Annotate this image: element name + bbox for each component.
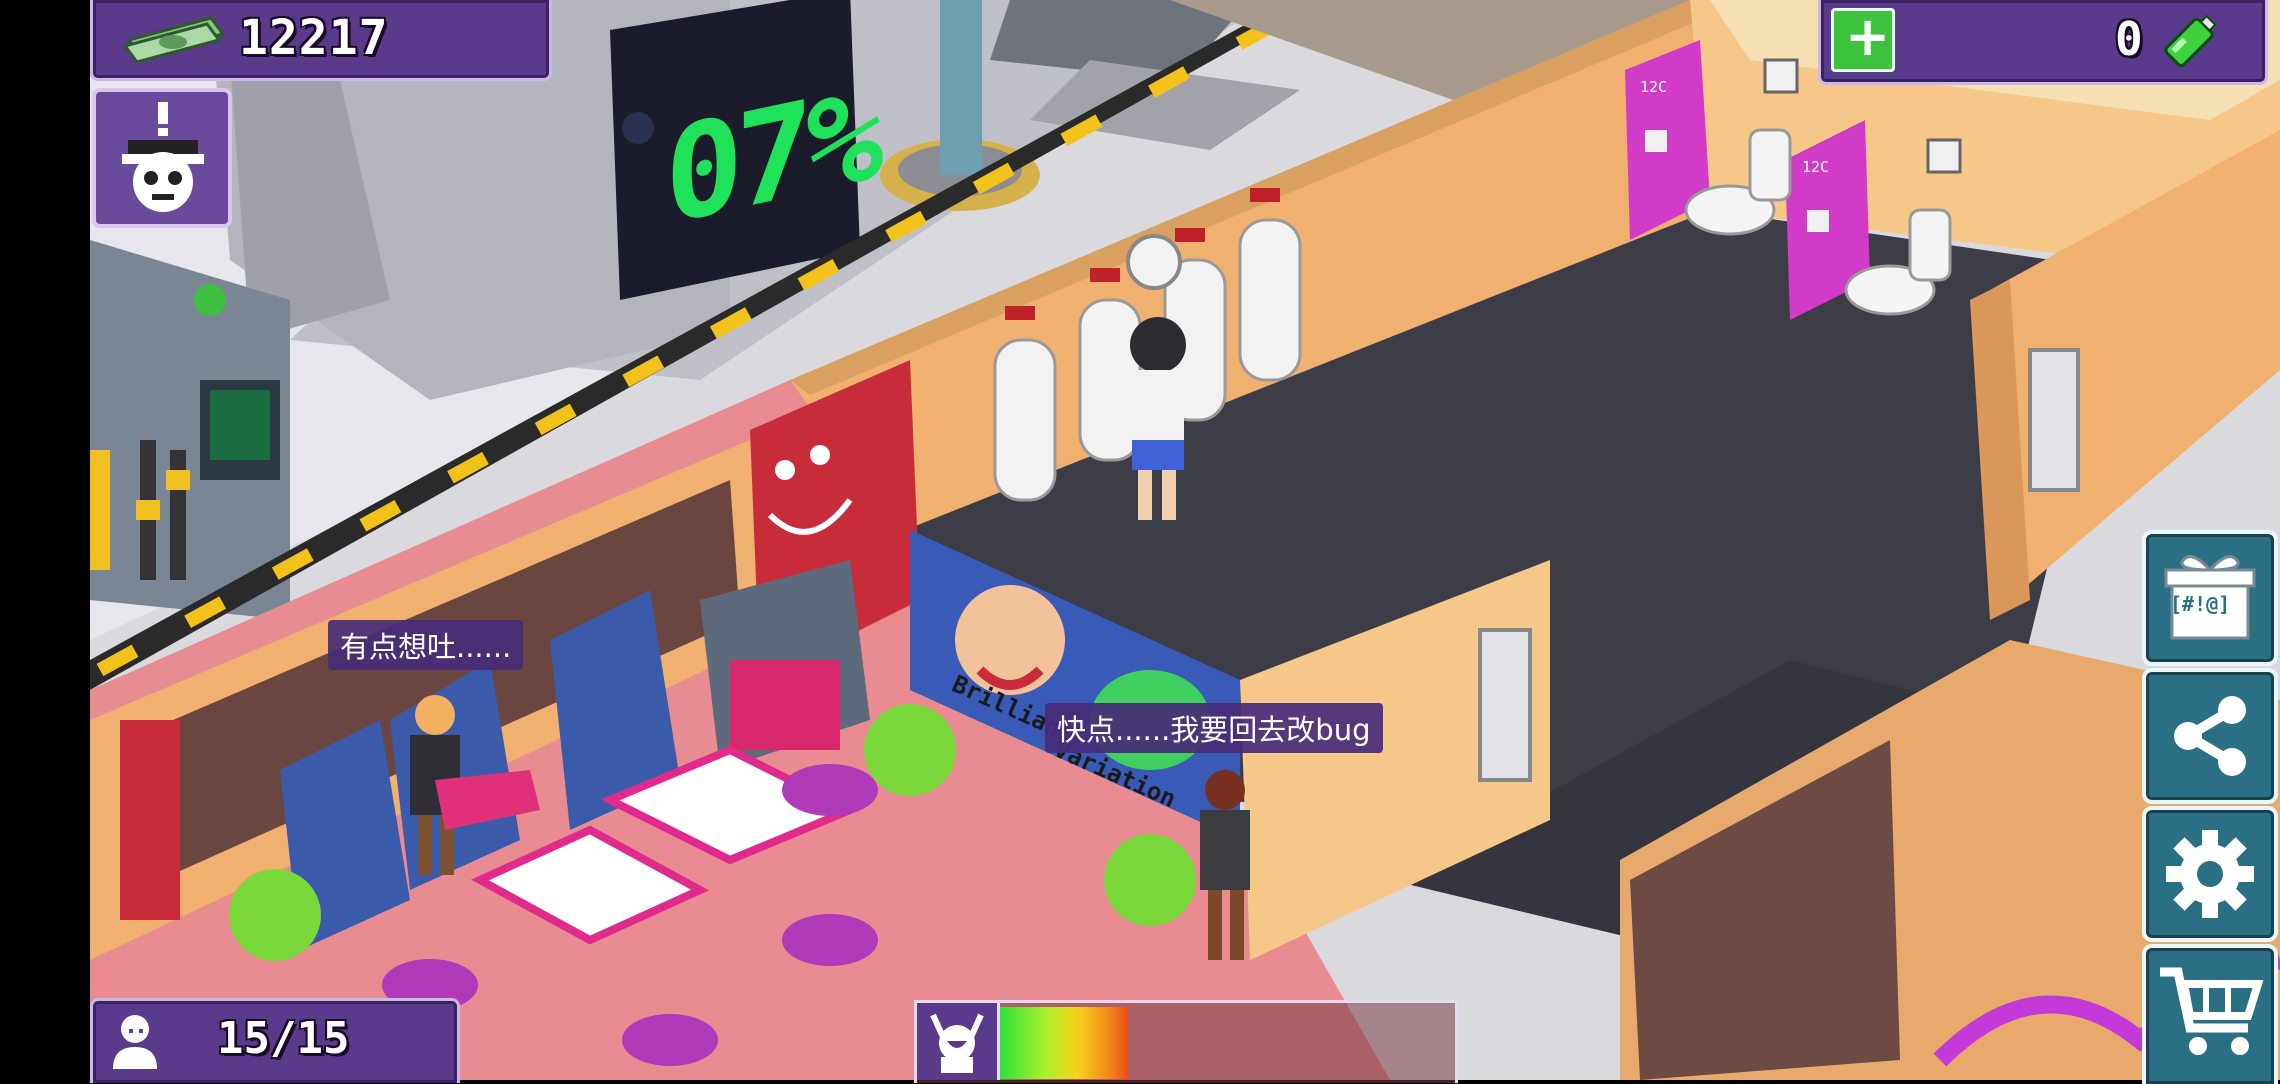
battery-icon [2153,6,2225,80]
stool[interactable] [622,1014,718,1066]
battery-count: 0 [2115,12,2143,66]
alert-robot-button[interactable] [92,88,232,228]
energy-panel[interactable]: + 0 [1818,0,2268,85]
isometric-world[interactable] [90,0,2280,1080]
gift-label: [#!@] [2170,592,2231,616]
speech-bubble-customer-right: 快点......我要回去改bug [1045,703,1383,753]
happiness-icon-box [917,1003,1000,1080]
stool[interactable] [782,914,878,966]
visitor-count: 15/15 [217,1013,350,1064]
share-icon [2166,692,2254,784]
cash-icon [121,12,231,64]
game-scene[interactable]: 07% Brilliant Variation 12C 12C [90,0,2280,1080]
share-button[interactable] [2142,668,2278,804]
gift-code-button[interactable]: [#!@] [2142,530,2278,666]
plant [864,704,956,796]
settings-button[interactable] [2142,806,2278,942]
alert-robot-icon [118,102,208,218]
stool[interactable] [782,764,878,816]
visitor-panel[interactable]: 15/15 [90,998,460,1083]
happy-face-icon [925,1011,989,1077]
toilet-sign-1: 12C [1640,78,1668,96]
cart-icon [2156,962,2264,1066]
happiness-panel[interactable] [914,1000,1458,1083]
money-panel[interactable]: 12217 [90,0,552,81]
speech-bubble-customer-left: 有点想吐...... [328,620,524,670]
gear-icon [2166,830,2254,922]
happiness-fill [1000,1007,1128,1079]
person-icon [107,1011,163,1077]
money-amount: 12217 [239,10,389,66]
plant [1104,834,1196,926]
add-button[interactable]: + [1831,5,1895,72]
toilet-sign-2: 12C [1802,158,1830,176]
shop-button[interactable] [2142,944,2278,1084]
plant [229,869,321,961]
add-icon: + [1845,5,1891,68]
